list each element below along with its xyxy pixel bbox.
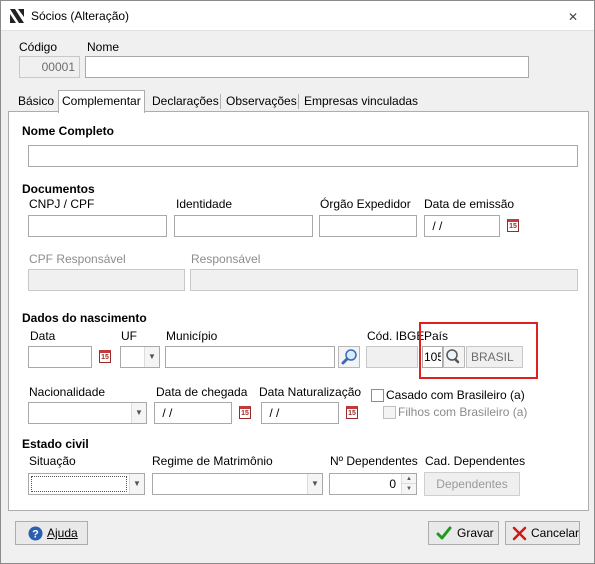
numero-dependentes-value: 0 [389, 477, 396, 491]
orgao-expedidor-label: Órgão Expedidor [320, 197, 411, 211]
window-title: Sócios (Alteração) [31, 9, 130, 23]
data-nascimento-field[interactable] [28, 346, 92, 368]
orgao-expedidor-field[interactable] [319, 215, 417, 237]
cpf-responsavel-label: CPF Responsável [29, 252, 126, 266]
calendar-icon[interactable]: 15 [507, 219, 519, 232]
cancelar-label: Cancelar [531, 526, 580, 540]
chevron-down-icon[interactable]: ▼ [131, 403, 146, 423]
data-emissao-label: Data de emissão [424, 197, 515, 211]
casado-brasileiro-checkbox[interactable] [371, 389, 384, 402]
cancelar-button[interactable]: Cancelar [505, 521, 580, 545]
uf-select[interactable]: ▼ [120, 346, 160, 368]
chevron-up-icon[interactable]: ▲ [402, 474, 416, 484]
socios-window: Sócios (Alteração) ✕ Código Nome Básico … [0, 0, 595, 564]
help-icon: ? [28, 526, 43, 541]
tab-basico[interactable]: Básico [14, 92, 58, 111]
chevron-down-icon[interactable]: ▼ [402, 484, 416, 494]
numero-dependentes-label: Nº Dependentes [330, 454, 418, 468]
data-chegada-label: Data de chegada [156, 385, 248, 399]
title-bar: Sócios (Alteração) ✕ [1, 1, 594, 31]
section-dados-nascimento: Dados do nascimento [22, 311, 147, 325]
identidade-field[interactable] [174, 215, 313, 237]
chevron-down-icon[interactable]: ▼ [129, 474, 144, 494]
tab-observacoes[interactable]: Observações [222, 92, 301, 111]
data-chegada-field[interactable] [154, 402, 232, 424]
filhos-brasileiro-label: Filhos com Brasileiro (a) [398, 405, 528, 419]
calendar-icon[interactable]: 15 [99, 350, 111, 363]
cad-dependentes-label: Cad. Dependentes [425, 454, 526, 468]
tab-complementar[interactable]: Complementar [58, 90, 145, 113]
gravar-button[interactable]: Gravar [428, 521, 499, 545]
nacionalidade-label: Nacionalidade [29, 385, 106, 399]
nome-label: Nome [87, 40, 120, 54]
filhos-brasileiro-checkbox [383, 406, 396, 419]
nacionalidade-select[interactable]: ▼ [28, 402, 147, 424]
cnpj-cpf-label: CNPJ / CPF [29, 197, 95, 211]
close-icon[interactable]: ✕ [566, 10, 580, 24]
data-naturalizacao-label: Data Naturalização [259, 385, 362, 399]
codigo-field [19, 56, 80, 78]
calendar-icon[interactable]: 15 [239, 406, 251, 419]
tab-separator [220, 94, 221, 109]
identidade-label: Identidade [176, 197, 233, 211]
search-icon[interactable] [338, 346, 360, 368]
tab-separator [298, 94, 299, 109]
responsavel-field [190, 269, 578, 291]
data-nascimento-label: Data [30, 329, 56, 343]
tab-declaracoes[interactable]: Declarações [148, 92, 223, 111]
chevron-down-icon[interactable]: ▼ [144, 347, 159, 367]
dependentes-button: Dependentes [424, 472, 520, 496]
cpf-responsavel-field [28, 269, 185, 291]
focus-rect [31, 476, 127, 492]
app-logo-icon [10, 9, 24, 23]
regime-matrimonio-select[interactable]: ▼ [152, 473, 323, 495]
section-nome-completo: Nome Completo [22, 124, 115, 138]
nome-field[interactable] [85, 56, 529, 78]
municipio-label: Município [166, 329, 218, 343]
situacao-label: Situação [29, 454, 76, 468]
gravar-label: Gravar [457, 526, 494, 540]
section-estado-civil: Estado civil [22, 437, 89, 451]
tab-empresas-vinculadas[interactable]: Empresas vinculadas [300, 92, 422, 111]
responsavel-label: Responsável [191, 252, 261, 266]
uf-label: UF [121, 329, 137, 343]
ajuda-button[interactable]: ? Ajuda [15, 521, 88, 545]
cod-ibge-label: Cód. IBGE [367, 329, 425, 343]
ajuda-label: Ajuda [47, 526, 78, 540]
casado-brasileiro-label: Casado com Brasileiro (a) [386, 388, 525, 402]
pais-highlight-box [419, 322, 538, 379]
nome-completo-field[interactable] [28, 145, 578, 167]
municipio-field[interactable] [165, 346, 335, 368]
numero-dependentes-stepper[interactable]: 0 ▲ ▼ [329, 473, 417, 495]
section-documentos: Documentos [22, 182, 95, 196]
chevron-down-icon[interactable]: ▼ [307, 474, 322, 494]
cancel-x-icon [512, 526, 527, 541]
checkmark-icon [436, 526, 452, 540]
cod-ibge-field [366, 346, 418, 368]
data-emissao-field[interactable] [424, 215, 500, 237]
spin-buttons[interactable]: ▲ ▼ [401, 474, 416, 494]
regime-matrimonio-label: Regime de Matrimônio [152, 454, 273, 468]
codigo-label: Código [19, 40, 58, 54]
cnpj-cpf-field[interactable] [28, 215, 167, 237]
data-naturalizacao-field[interactable] [261, 402, 339, 424]
calendar-icon[interactable]: 15 [346, 406, 358, 419]
svg-text:?: ? [32, 529, 39, 541]
situacao-select[interactable]: ▼ [28, 473, 145, 495]
